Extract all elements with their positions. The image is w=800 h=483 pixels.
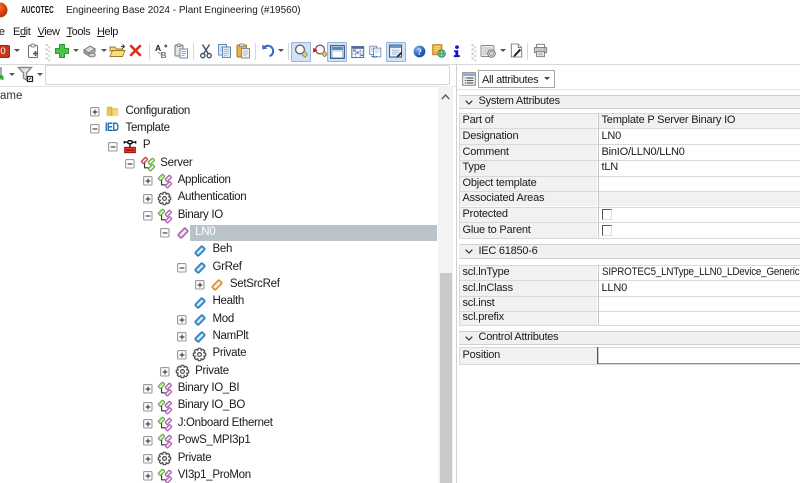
svg-text:?: ? — [417, 47, 421, 57]
svg-text:B: B — [161, 50, 167, 60]
